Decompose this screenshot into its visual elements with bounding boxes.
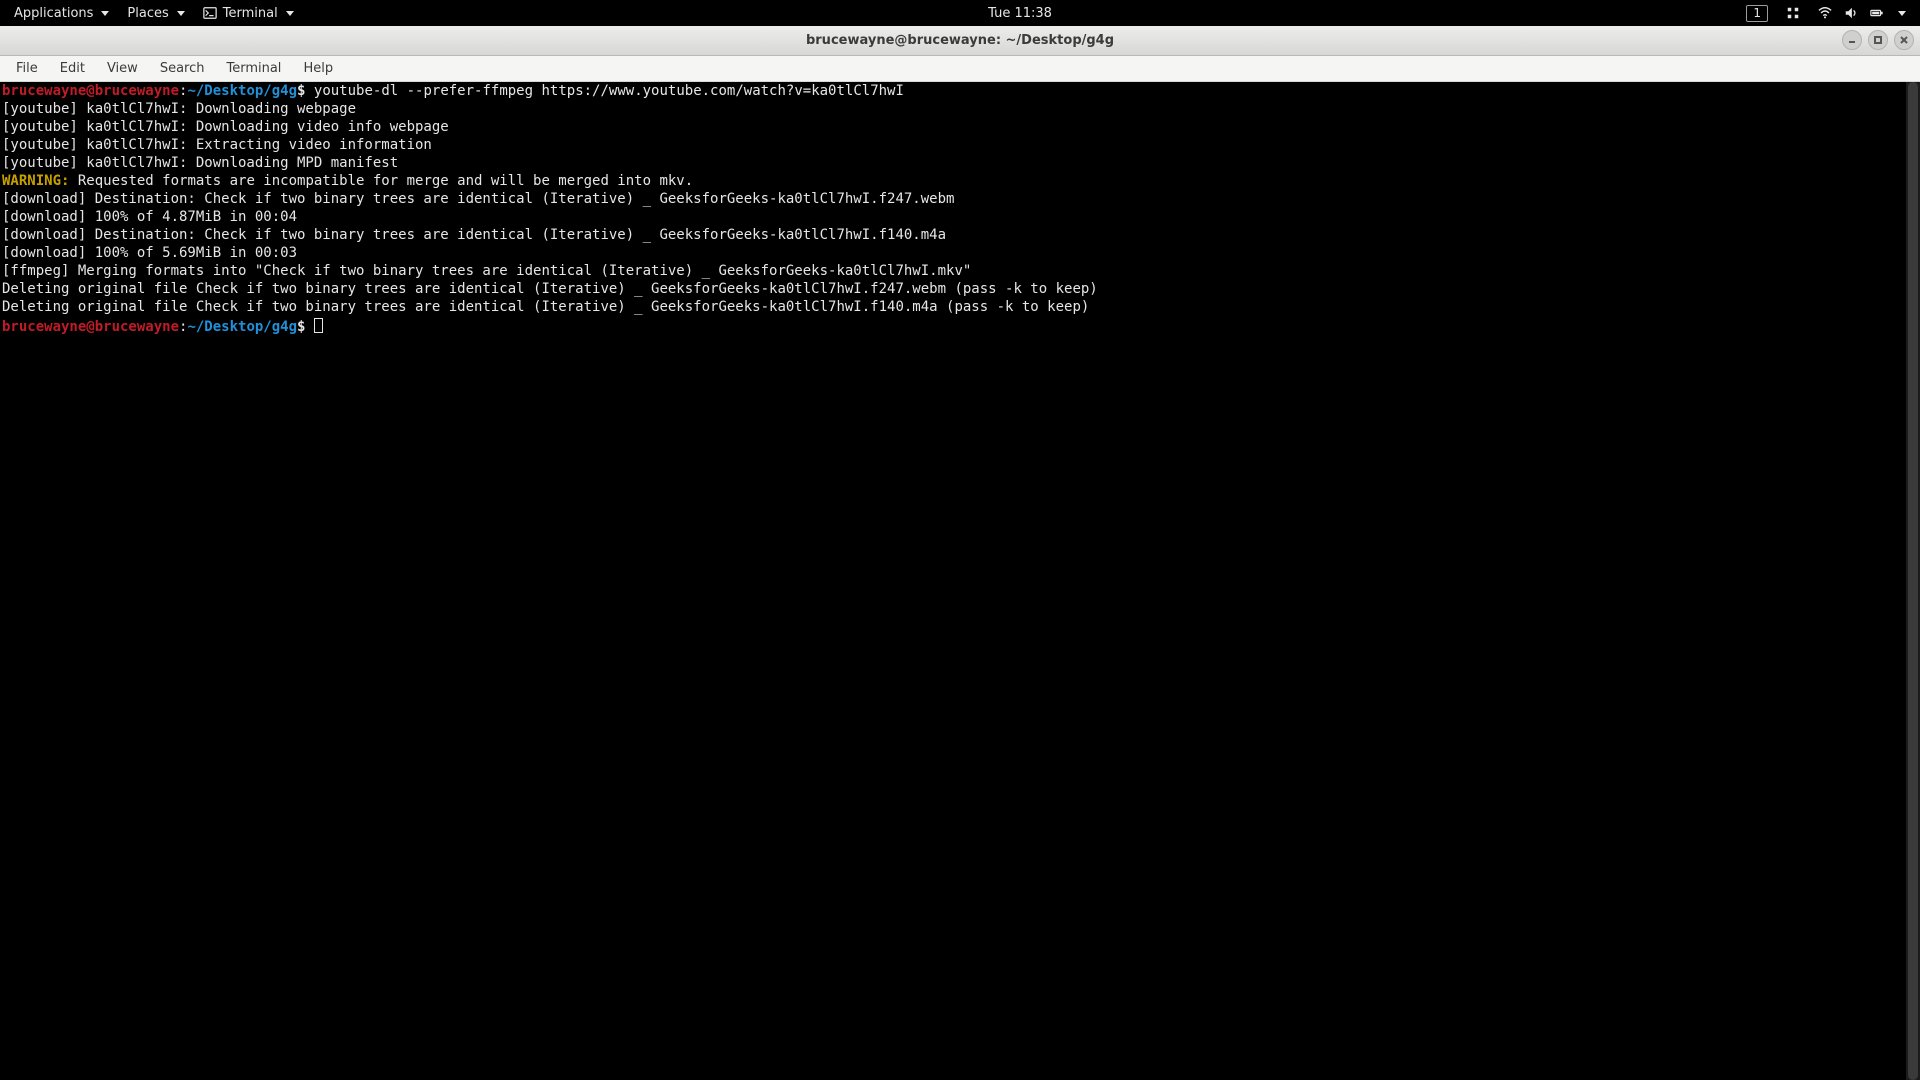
workspace-indicator[interactable]: 1 xyxy=(1738,2,1776,25)
menu-view-label: View xyxy=(107,61,138,76)
terminal-icon xyxy=(203,6,217,20)
places-label: Places xyxy=(127,6,168,21)
prompt-user: brucewayne@brucewayne xyxy=(2,83,179,99)
output-line: [ffmpeg] Merging formats into "Check if … xyxy=(2,263,971,279)
caret-down-icon xyxy=(101,11,109,16)
window-close-button[interactable] xyxy=(1894,30,1914,50)
volume-icon xyxy=(1844,6,1858,20)
terminal-menubar: File Edit View Search Terminal Help xyxy=(0,56,1920,82)
menu-edit[interactable]: Edit xyxy=(50,58,95,79)
caret-down-icon xyxy=(177,11,185,16)
output-line: [youtube] ka0tlCl7hwI: Extracting video … xyxy=(2,137,432,153)
close-icon xyxy=(1899,35,1909,45)
scrollbar-thumb[interactable] xyxy=(1908,82,1918,1080)
warning-label: WARNING: xyxy=(2,173,69,189)
window-minimize-button[interactable] xyxy=(1842,30,1862,50)
clock[interactable]: Tue 11:38 xyxy=(302,6,1739,21)
menu-help-label: Help xyxy=(303,61,333,76)
maximize-icon xyxy=(1873,35,1883,45)
output-line: Deleting original file Check if two bina… xyxy=(2,281,1098,297)
menu-search[interactable]: Search xyxy=(150,58,215,79)
clock-label: Tue 11:38 xyxy=(988,6,1052,21)
output-line: [download] Destination: Check if two bin… xyxy=(2,191,954,207)
window-title: brucewayne@brucewayne: ~/Desktop/g4g xyxy=(806,33,1114,48)
battery-icon xyxy=(1870,6,1884,20)
minimize-icon xyxy=(1847,35,1857,45)
caret-down-icon xyxy=(1898,11,1906,16)
menu-edit-label: Edit xyxy=(60,61,85,76)
window-maximize-button[interactable] xyxy=(1868,30,1888,50)
output-line: Deleting original file Check if two bina… xyxy=(2,299,1089,315)
wifi-icon xyxy=(1818,6,1832,20)
output-line: [youtube] ka0tlCl7hwI: Downloading video… xyxy=(2,119,449,135)
terminal-output[interactable]: brucewayne@brucewayne:~/Desktop/g4g$ you… xyxy=(0,82,1920,336)
command-text: youtube-dl --prefer-ffmpeg https://www.y… xyxy=(305,83,903,99)
vertical-scrollbar[interactable] xyxy=(1906,82,1920,1080)
workspace-number: 1 xyxy=(1746,5,1768,22)
caret-down-icon xyxy=(286,11,294,16)
prompt-path: ~/Desktop/g4g xyxy=(187,319,297,335)
active-app-menu[interactable]: Terminal xyxy=(195,3,302,24)
menu-terminal[interactable]: Terminal xyxy=(216,58,291,79)
menu-view[interactable]: View xyxy=(97,58,148,79)
terminal-cursor xyxy=(314,318,323,333)
places-menu[interactable]: Places xyxy=(119,3,192,24)
menu-file-label: File xyxy=(16,61,38,76)
output-line: [download] 100% of 5.69MiB in 00:03 xyxy=(2,245,297,261)
menu-terminal-label: Terminal xyxy=(226,61,281,76)
active-app-label: Terminal xyxy=(223,6,278,21)
output-line: [youtube] ka0tlCl7hwI: Downloading MPD m… xyxy=(2,155,398,171)
terminal-viewport[interactable]: brucewayne@brucewayne:~/Desktop/g4g$ you… xyxy=(0,82,1920,1080)
applications-menu[interactable]: Applications xyxy=(6,3,117,24)
applications-label: Applications xyxy=(14,6,93,21)
warning-text: Requested formats are incompatible for m… xyxy=(69,173,693,189)
prompt-user: brucewayne@brucewayne xyxy=(2,319,179,335)
tray-app-icon[interactable] xyxy=(1778,3,1808,23)
grid-icon xyxy=(1786,6,1800,20)
gnome-top-bar: Applications Places Terminal Tue 11:38 1 xyxy=(0,0,1920,26)
window-titlebar: brucewayne@brucewayne: ~/Desktop/g4g xyxy=(0,26,1920,56)
prompt-space xyxy=(305,319,313,335)
menu-search-label: Search xyxy=(160,61,205,76)
prompt-path: ~/Desktop/g4g xyxy=(187,83,297,99)
menu-help[interactable]: Help xyxy=(293,58,343,79)
output-line: [youtube] ka0tlCl7hwI: Downloading webpa… xyxy=(2,101,356,117)
status-area[interactable] xyxy=(1810,3,1914,23)
output-line: [download] 100% of 4.87MiB in 00:04 xyxy=(2,209,297,225)
menu-file[interactable]: File xyxy=(6,58,48,79)
output-line: [download] Destination: Check if two bin… xyxy=(2,227,946,243)
